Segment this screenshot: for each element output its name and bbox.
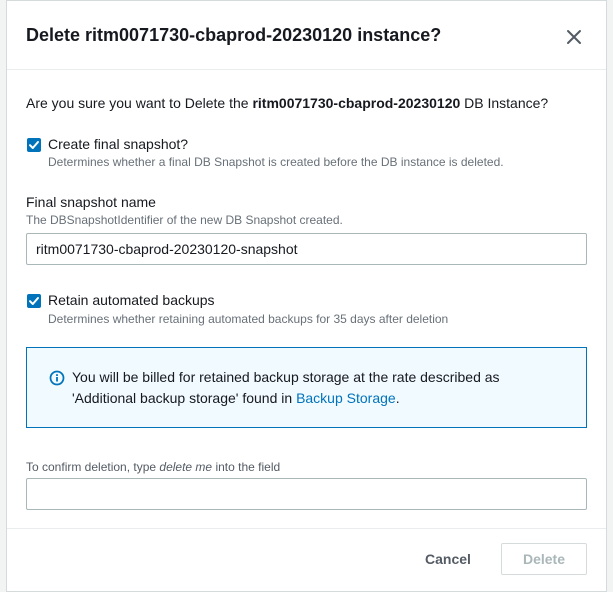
confirm-label-prefix: To confirm deletion, type: [26, 460, 160, 474]
modal-header: Delete ritm0071730-cbaprod-20230120 inst…: [7, 1, 606, 70]
info-alert-line-2-prefix: 'Additional backup storage' found in: [72, 390, 297, 406]
delete-instance-modal: Delete ritm0071730-cbaprod-20230120 inst…: [6, 0, 607, 592]
question-suffix: DB Instance?: [460, 95, 549, 111]
checkmark-icon: [29, 297, 39, 305]
info-icon: [49, 370, 65, 386]
cancel-button[interactable]: Cancel: [417, 544, 479, 574]
confirm-keyword: delete me: [159, 460, 213, 474]
billing-info-alert: You will be billed for retained backup s…: [26, 347, 587, 428]
delete-confirmation-question: Are you sure you want to Delete the ritm…: [26, 95, 548, 111]
backup-storage-link[interactable]: Backup Storage: [296, 390, 396, 406]
modal-footer: Cancel Delete: [7, 528, 606, 592]
final-snapshot-name-description: The DBSnapshotIdentifier of the new DB S…: [26, 213, 343, 227]
info-alert-line-2: 'Additional backup storage' found in Bac…: [72, 390, 400, 406]
retain-automated-backups-checkbox[interactable]: [27, 294, 41, 308]
create-final-snapshot-description: Determines whether a final DB Snapshot i…: [48, 155, 504, 169]
confirm-deletion-input[interactable]: [26, 478, 587, 510]
confirm-label-suffix: into the field: [212, 460, 281, 474]
create-final-snapshot-checkbox[interactable]: [27, 138, 41, 152]
retain-automated-backups-description: Determines whether retaining automated b…: [48, 312, 449, 326]
create-final-snapshot-label[interactable]: Create final snapshot?: [48, 136, 188, 152]
final-snapshot-name-label: Final snapshot name: [26, 194, 156, 210]
info-alert-line-1: You will be billed for retained backup s…: [72, 369, 500, 385]
checkmark-icon: [29, 141, 39, 149]
question-prefix: Are you sure you want to Delete the: [26, 95, 253, 111]
delete-button[interactable]: Delete: [501, 543, 587, 575]
final-snapshot-name-input[interactable]: [26, 233, 587, 265]
retain-automated-backups-label[interactable]: Retain automated backups: [48, 292, 215, 308]
confirm-deletion-label: To confirm deletion, type delete me into…: [26, 460, 280, 474]
instance-name: ritm0071730-cbaprod-20230120: [252, 95, 461, 111]
info-alert-line-2-suffix: .: [395, 390, 400, 406]
close-icon[interactable]: [565, 28, 583, 46]
modal-title: Delete ritm0071730-cbaprod-20230120 inst…: [26, 25, 442, 45]
